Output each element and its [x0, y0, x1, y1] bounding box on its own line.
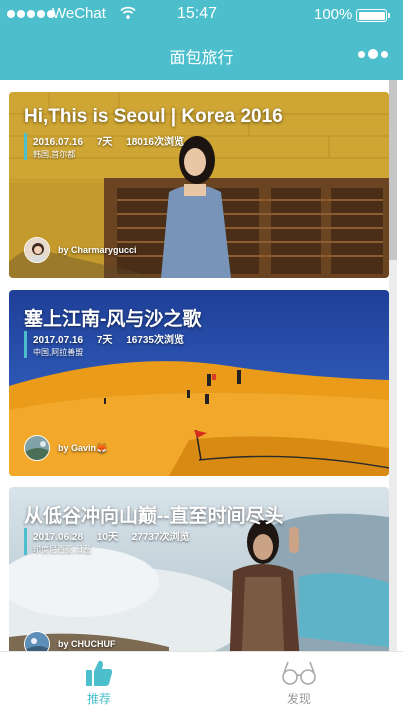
trip-meta: 2017.06.28 10天 27737次浏览 印度尼西亚,日惹: [24, 528, 201, 555]
tab-recommend[interactable]: 推荐: [39, 658, 159, 707]
carrier-name: WeChat: [52, 5, 106, 22]
battery-icon: [356, 9, 390, 22]
trip-duration: 10天: [96, 532, 118, 543]
trip-feed[interactable]: Hi,This is Seoul | Korea 2016 2016.07.16…: [0, 80, 403, 651]
status-bar: WeChat 15:47 100%: [0, 0, 403, 30]
battery-percentage: 100%: [314, 6, 353, 23]
glasses-icon: [282, 661, 316, 685]
avatar[interactable]: [24, 435, 50, 461]
top-bar: WeChat 15:47 100% 面包旅行: [0, 0, 403, 80]
trip-location: 韩国,首尔都: [33, 150, 76, 159]
tab-label: 推荐: [86, 692, 111, 706]
trip-date: 2016.07.16: [33, 137, 84, 148]
avatar[interactable]: [24, 631, 50, 651]
trip-card[interactable]: 塞上江南-风与沙之歌 2017.07.16 7天 16735次浏览 中国,阿拉善…: [9, 290, 389, 476]
author-name: by CHUCHUF: [58, 639, 116, 649]
trip-duration: 7天: [96, 335, 113, 346]
trip-title: Hi,This is Seoul | Korea 2016: [24, 106, 283, 127]
signal-strength-icon: [7, 10, 55, 18]
page-title: 面包旅行: [169, 50, 234, 67]
status-time: 15:47: [177, 5, 218, 22]
trip-date: 2017.06.28: [33, 532, 84, 543]
trip-views: 27737次浏览: [131, 532, 190, 543]
tab-discover[interactable]: 发现: [239, 658, 359, 707]
trip-author[interactable]: by Charmarygucci: [24, 237, 137, 263]
author-name: by Gavin🦊: [58, 442, 108, 453]
trip-meta: 2017.07.16 7天 16735次浏览 中国,阿拉善盟: [24, 331, 195, 358]
scrollbar-thumb[interactable]: [389, 80, 397, 260]
trip-card[interactable]: 从低谷冲向山巅--直至时间尽头 2017.06.28 10天 27737次浏览 …: [9, 487, 389, 651]
thumbs-up-icon: [86, 660, 113, 686]
tab-label: 发现: [286, 692, 311, 706]
avatar[interactable]: [24, 237, 50, 263]
trip-author[interactable]: by Gavin🦊: [24, 435, 107, 461]
tab-bar: 推荐 发现: [0, 651, 403, 714]
trip-card[interactable]: Hi,This is Seoul | Korea 2016 2016.07.16…: [9, 92, 389, 278]
author-name: by Charmarygucci: [58, 245, 137, 255]
more-menu-button[interactable]: [358, 49, 388, 59]
trip-duration: 7天: [96, 137, 113, 148]
trip-author[interactable]: by CHUCHUF: [24, 631, 116, 651]
wifi-icon: [120, 6, 136, 22]
trip-views: 16735次浏览: [126, 335, 184, 346]
trip-location: 印度尼西亚,日惹: [33, 545, 92, 554]
trip-meta: 2016.07.16 7天 18016次浏览 韩国,首尔都: [24, 133, 195, 160]
trip-date: 2017.07.16: [33, 335, 84, 346]
trip-title: 从低谷冲向山巅--直至时间尽头: [24, 506, 284, 527]
trip-title: 塞上江南-风与沙之歌: [24, 309, 202, 330]
trip-location: 中国,阿拉善盟: [33, 348, 84, 357]
trip-views: 18016次浏览: [126, 137, 184, 148]
